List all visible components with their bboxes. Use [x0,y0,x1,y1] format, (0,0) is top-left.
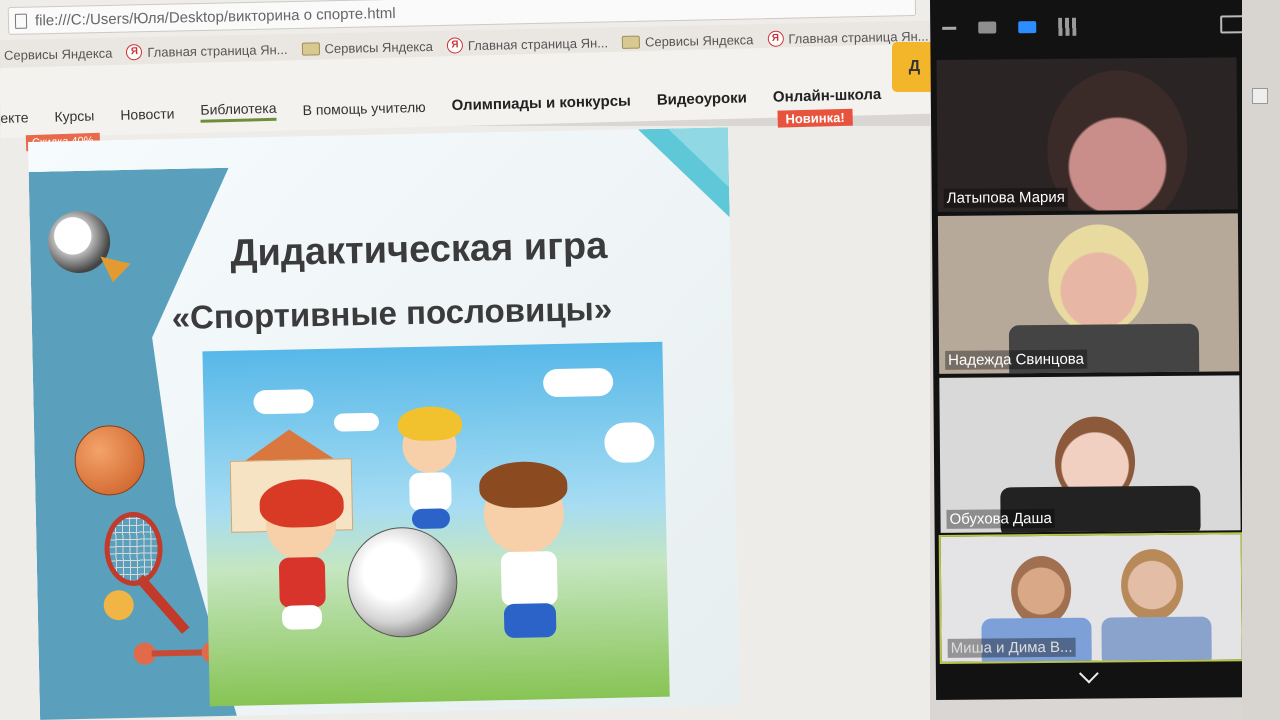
participant-tile[interactable]: Обухова Даша [939,375,1241,533]
page-icon [14,13,28,29]
participant-tile[interactable]: Надежда Свинцова [937,213,1240,374]
yandex-icon: Я [126,44,143,61]
video-call-panel: Латыпова Мария Надежда Свинцова Обухова … [930,0,1249,700]
bookmark-item[interactable]: Сервисы Яндекса [4,45,113,62]
yandex-icon: Я [767,30,784,47]
browser-edge [1242,0,1280,720]
dumbbell-bar [151,649,206,657]
minimize-icon[interactable] [942,26,957,30]
kids-football-illustration [202,341,670,707]
kid-hair [397,405,463,442]
cloud [253,389,314,415]
participant-video [1010,555,1072,627]
yandex-icon: Я [446,37,464,54]
slide-title: Дидактическая игра [229,224,608,275]
kid-hair [478,460,568,509]
participant-name: Надежда Свинцова [945,349,1088,370]
kid-shirt [500,551,558,607]
participant-name: Латыпова Мария [943,187,1068,208]
gallery-toolbar [930,7,1254,46]
presentation-slide: Дидактическая игра «Спортивные пословицы… [28,127,740,720]
nav-item-courses[interactable]: Курсы [54,108,94,127]
kid-shorts [411,508,451,530]
participant-video [1047,224,1149,335]
new-badge: Новинка! [777,108,853,128]
scrollbar-up-arrow[interactable] [1252,88,1268,104]
nav-item-news[interactable]: Новости [120,105,175,124]
soccer-ball-icon [346,526,459,639]
bookmark-item[interactable]: Сервисы Яндекса [621,32,754,50]
cloud [333,412,380,432]
cloud [542,367,614,398]
kid-hair [259,478,345,529]
kid-shirt [409,472,452,512]
participant-name: Миша и Дима В... [947,637,1076,658]
kid-shorts [281,604,323,630]
nav-online-label: Онлайн-школа [772,85,882,106]
nav-item-truncated[interactable]: екте [0,109,29,128]
nav-item-library[interactable]: Библиотека [200,99,277,123]
folder-icon [621,35,641,49]
kid-shorts [503,603,557,639]
participant-tile-active-speaker[interactable]: Миша и Дима В... [938,532,1244,664]
exit-fullscreen-icon[interactable] [1220,15,1245,34]
url-text: file:///C:/Users/Юля/Desktop/викторина о… [34,4,396,29]
nav-item-olympiads[interactable]: Олимпиады и конкурсы [451,92,631,116]
bookmark-item[interactable]: Сервисы Яндекса [301,38,433,56]
nav-item-teacher-help[interactable]: В помощь учителю [302,99,426,120]
participant-video [1046,69,1189,212]
strip-view-icon[interactable] [1018,21,1037,34]
chevron-down-icon[interactable] [1078,663,1099,684]
participant-body [1101,616,1212,662]
kid-shirt [278,556,326,608]
cloud [604,421,655,463]
folder-icon [301,41,320,56]
nav-item-online-school[interactable]: Онлайн-школа Новинка! [772,85,882,128]
nav-item-video-lessons[interactable]: Видеоуроки [657,89,748,110]
gallery-view-icon[interactable] [1058,17,1077,36]
speaker-view-icon[interactable] [978,21,997,34]
slide-subtitle: «Спортивные пословицы» [171,289,613,337]
participant-name: Обухова Даша [946,508,1055,529]
bookmark-item[interactable]: Я Главная страница Ян... [126,41,288,61]
participant-video [1120,548,1184,622]
participant-tile[interactable]: Латыпова Мария [936,57,1238,212]
bookmark-item[interactable]: Я Главная страница Ян... [446,34,608,54]
